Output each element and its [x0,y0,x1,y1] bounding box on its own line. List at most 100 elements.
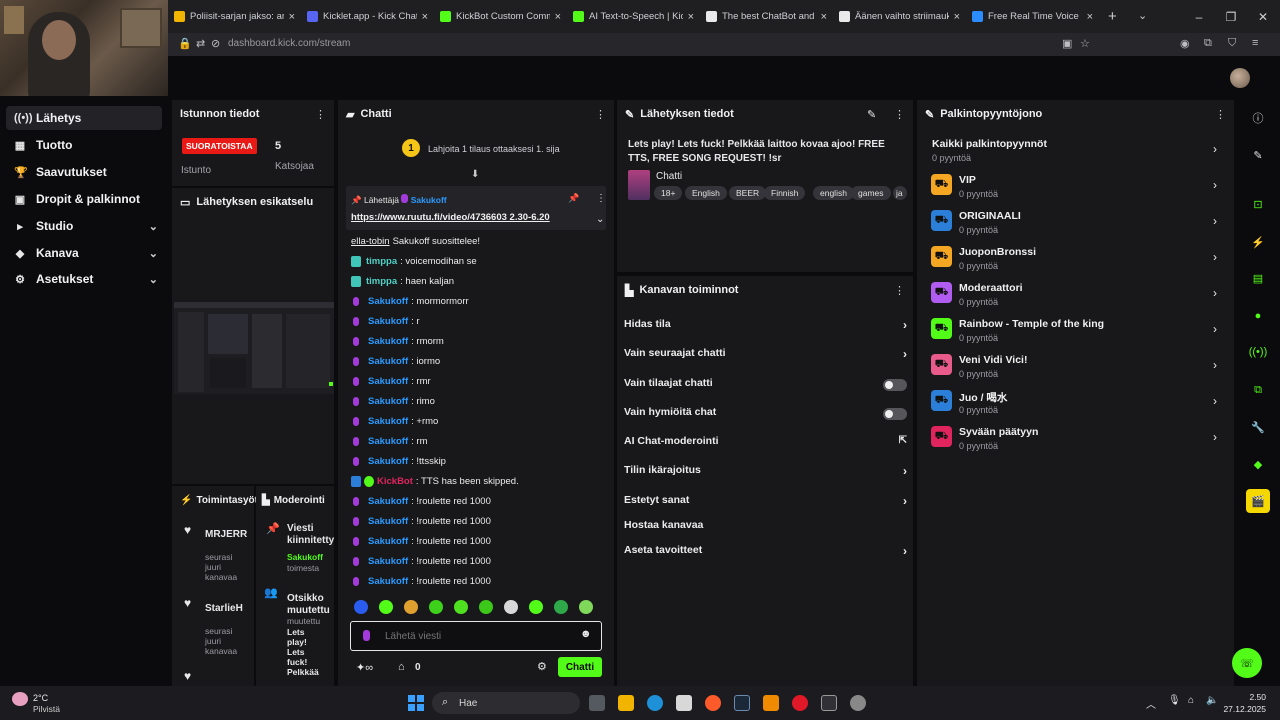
stream-tag[interactable]: BEER [729,186,767,200]
chat-message[interactable]: Sakukoff: !roulette red 1000 [351,536,491,547]
chat-settings-icon[interactable]: ⚙ [537,660,547,673]
stack-icon[interactable]: ⧉ [1246,378,1270,402]
emote-icon[interactable] [554,600,568,614]
chat-message[interactable]: Sakukoff: rmorm [351,336,444,347]
avatar[interactable] [1230,68,1250,88]
reward-row[interactable]: ⛟ Rainbow - Temple of the king 0 pyyntöä › [931,314,1231,348]
stream-tag[interactable]: Finnish [764,186,806,200]
store-icon[interactable] [676,695,692,711]
channel-action-row[interactable]: Tilin ikärajoitus › [624,464,907,484]
channel-action-row[interactable]: Estetyt sanat › [624,494,907,514]
chat-message[interactable]: Sakukoff: mormormorr [351,296,469,307]
external-link-icon[interactable]: ⇱ [899,435,907,446]
chat-message[interactable]: KickBot: TTS has been skipped. [351,476,519,487]
channel-action-row[interactable]: Vain tilaajat chatti [624,377,907,397]
nav-item[interactable]: ▣ Dropit & palkinnot [6,187,162,211]
shapes-icon[interactable]: ◆ [1246,452,1270,476]
send-chat-button[interactable]: Chatti [558,657,602,677]
nav-item[interactable]: ◆ Kanava ⌄ [6,241,162,265]
emote-icon[interactable] [579,600,593,614]
network-icon[interactable]: ⌂ [1188,695,1194,706]
pinned-by-user[interactable]: Sakukoff [411,195,447,205]
clock-time[interactable]: 2.50 [1222,692,1266,702]
nav-item[interactable]: ▦ Tuotto [6,133,162,157]
browser-tab[interactable]: AI Text-to-Speech | KickBot × [567,0,700,33]
weather-icon[interactable] [12,692,28,706]
emote-icon[interactable] [529,600,543,614]
chat-username[interactable]: Sakukoff [368,396,408,407]
browser-tab[interactable]: Poliisit-sarjan jakso: arkea ja × [168,0,301,33]
focus-icon[interactable]: ⊡ [1246,192,1270,216]
minimize-icon[interactable]: – [1182,0,1216,33]
channel-action-row[interactable]: Hostaa kanavaa [624,519,907,539]
channel-action-row[interactable]: Vain seuraajat chatti › [624,347,907,367]
scroll-down-icon[interactable]: ⬇ [471,169,479,180]
reward-row[interactable]: ⛟ Veni Vidi Vici! 0 pyyntöä › [931,350,1231,384]
firefox-icon[interactable] [705,695,721,711]
chat-username[interactable]: Sakukoff [368,556,408,567]
close-tab-icon[interactable]: × [954,11,960,23]
close-window-icon[interactable]: ✕ [1246,0,1280,33]
mod-event-user[interactable]: Sakukoff [287,552,323,562]
chat-message[interactable]: Sakukoff: rmr [351,376,431,387]
chat-input-box[interactable]: ☻ [350,621,602,651]
edge-icon[interactable] [647,695,663,711]
windows-start-icon[interactable] [408,695,424,711]
chat-input[interactable] [385,628,575,644]
more-options-icon[interactable]: ⋮ [315,108,326,121]
chat-message[interactable]: timppa: voicemodihan se [351,256,477,267]
channel-action-row[interactable]: Vain hymiöitä chat [624,406,907,426]
chat-username[interactable]: Sakukoff [368,456,408,467]
chat-message[interactable]: Sakukoff: rm [351,436,427,447]
reader-icon[interactable]: ▣ [1062,37,1072,50]
close-tab-icon[interactable]: × [688,11,694,23]
reward-row[interactable]: ⛟ Juo / 喝水 0 pyyntöä › [931,386,1231,420]
chat-username[interactable]: Sakukoff [368,496,408,507]
channel-action-row[interactable]: Hidas tila › [624,318,907,338]
nav-item[interactable]: ▸ Studio ⌄ [6,214,162,238]
more-options-icon[interactable]: ⋮ [595,108,606,121]
tab-list-icon[interactable]: ⌄ [1138,9,1147,22]
lock-icon[interactable]: 🔒 [178,37,192,50]
file-explorer-icon[interactable] [618,695,634,711]
vlc-icon[interactable] [763,695,779,711]
close-tab-icon[interactable]: × [289,11,295,23]
account-icon[interactable]: ◉ [1180,37,1190,50]
bookmark-star-icon[interactable]: ☆ [1080,37,1090,50]
chat-username[interactable]: Sakukoff [368,436,408,447]
chat-message[interactable]: Sakukoff: +rmo [351,416,438,427]
event-user[interactable]: MRJERR [205,529,247,540]
close-tab-icon[interactable]: × [555,11,561,23]
unpin-icon[interactable]: 📌 [568,193,579,204]
stream-tag[interactable]: english [813,186,854,200]
shield-icon[interactable]: ⛉ [1228,37,1236,50]
site-settings-icon[interactable]: ⇄ [196,37,205,50]
chat-username[interactable]: KickBot [377,476,413,487]
close-tab-icon[interactable]: × [422,11,428,23]
settings-icon[interactable] [850,695,866,711]
browser-tab[interactable]: Free Real Time Voice Chang × [966,0,1099,33]
emote-icon[interactable] [379,600,393,614]
opera-icon[interactable] [792,695,808,711]
chat-username[interactable]: timppa [366,276,397,287]
chat-message[interactable]: Sakukoff: r [351,316,420,327]
more-options-icon[interactable]: ⋮ [596,193,606,204]
broadcast-icon[interactable]: ((•)) [1246,340,1270,364]
emote-icon[interactable] [479,600,493,614]
bolt-icon[interactable]: ⚡ [1246,230,1270,254]
reward-row[interactable]: Kaikki palkintopyynnöt 0 pyyntöä › [931,134,1231,168]
category-name[interactable]: Chatti [656,171,682,182]
extensions-icon[interactable]: ⧉ [1204,37,1212,50]
clock-date[interactable]: 27.12.2025 [1218,704,1266,714]
weather-desc[interactable]: Pilvistä [33,704,60,714]
weather-temp[interactable]: 2°C [33,693,48,703]
reward-row[interactable]: ⛟ Syvään päätyyn 0 pyyntöä › [931,422,1231,456]
chat-username[interactable]: Sakukoff [368,316,408,327]
category-thumbnail[interactable] [628,170,650,200]
task-view-icon[interactable] [589,695,605,711]
tray-expand-icon[interactable]: ︿ [1146,696,1156,711]
emote-icon[interactable] [354,600,368,614]
chat-message[interactable]: Sakukoff: iormo [351,356,440,367]
no-track-icon[interactable]: ⊘ [211,37,220,50]
chat-username[interactable]: Sakukoff [368,336,408,347]
